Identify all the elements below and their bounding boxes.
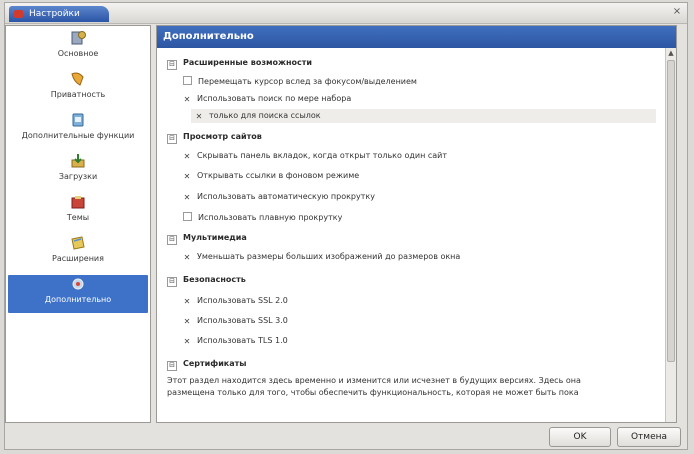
- features-icon: [72, 113, 84, 127]
- downloads-icon: [71, 154, 85, 168]
- option-label: Использовать SSL 2.0: [197, 296, 288, 305]
- title-bar: Настройки ×: [5, 3, 687, 24]
- app-icon: [14, 10, 23, 18]
- certificates-note: Этот раздел находится здесь временно и и…: [167, 375, 657, 399]
- option-ssl2[interactable]: ✕ Использовать SSL 2.0: [183, 296, 288, 306]
- settings-pane: Дополнительно ⊟ Расширенные возможности П…: [156, 25, 677, 423]
- window-title: Настройки: [29, 9, 80, 19]
- scrollbar-thumb[interactable]: [667, 60, 675, 362]
- checkbox[interactable]: ✕: [183, 153, 191, 161]
- sidebar-item-label: Основное: [57, 49, 99, 58]
- section-title: Просмотр сайтов: [183, 132, 262, 141]
- option-label: Использовать автоматическую прокрутку: [197, 192, 375, 201]
- option-label: только для поиска ссылок: [209, 111, 321, 120]
- checkbox[interactable]: ✕: [183, 96, 191, 104]
- option-label: Использовать SSL 3.0: [197, 316, 288, 325]
- checkbox[interactable]: ✕: [183, 194, 191, 202]
- note-line: размещена только для того, чтобы обеспеч…: [167, 388, 579, 397]
- option-label: Использовать поиск по мере набора: [197, 94, 352, 103]
- checkbox[interactable]: ✕: [183, 298, 191, 306]
- sidebar-item-privacy[interactable]: Приватность: [6, 70, 150, 108]
- checkbox[interactable]: [183, 76, 192, 85]
- collapse-icon[interactable]: ⊟: [167, 60, 177, 70]
- section-title: Сертификаты: [183, 359, 247, 368]
- option-label: Использовать плавную прокрутку: [198, 213, 343, 222]
- option-autoscroll[interactable]: ✕ Использовать автоматическую прокрутку: [183, 192, 375, 202]
- sidebar-item-label: Дополнительные функции: [21, 131, 135, 140]
- section-title: Мультимедиа: [183, 233, 247, 242]
- option-label: Скрывать панель вкладок, когда открыт то…: [197, 151, 448, 160]
- collapse-icon[interactable]: ⊟: [167, 277, 177, 287]
- collapse-icon[interactable]: ⊟: [167, 361, 177, 371]
- section-title: Безопасность: [183, 275, 246, 284]
- collapse-icon[interactable]: ⊟: [167, 134, 177, 144]
- option-label: Открывать ссылки в фоновом режиме: [197, 171, 360, 180]
- checkbox[interactable]: ✕: [183, 318, 191, 326]
- section-certificates[interactable]: ⊟ Сертификаты: [167, 359, 247, 371]
- sidebar-item-label: Загрузки: [58, 172, 98, 181]
- title-tab[interactable]: Настройки: [9, 6, 109, 22]
- checkbox[interactable]: [183, 212, 192, 221]
- general-icon: [71, 31, 86, 45]
- option-ssl3[interactable]: ✕ Использовать SSL 3.0: [183, 316, 288, 326]
- privacy-icon: [71, 72, 84, 86]
- option-smooth-scroll[interactable]: Использовать плавную прокрутку: [183, 212, 342, 222]
- sidebar-item-label: Дополнительно: [44, 295, 112, 304]
- option-tls1[interactable]: ✕ Использовать TLS 1.0: [183, 336, 288, 346]
- themes-icon: [71, 196, 85, 209]
- sidebar-item-label: Приватность: [50, 90, 106, 99]
- section-browsing[interactable]: ⊟ Просмотр сайтов: [167, 132, 262, 144]
- sidebar-item-themes[interactable]: Темы: [6, 193, 150, 231]
- option-label: Уменьшать размеры больших изображений до…: [197, 252, 461, 261]
- section-title: Расширенные возможности: [183, 58, 312, 67]
- cancel-button[interactable]: Отмена: [617, 427, 681, 447]
- checkbox[interactable]: ✕: [183, 338, 191, 346]
- sidebar-item-extensions[interactable]: Расширения: [6, 234, 150, 272]
- checkbox[interactable]: ✕: [195, 113, 203, 121]
- section-advanced-features[interactable]: ⊟ Расширенные возможности: [167, 58, 312, 70]
- checkbox[interactable]: ✕: [183, 173, 191, 181]
- sidebar-item-label: Темы: [66, 213, 90, 222]
- checkbox[interactable]: ✕: [183, 254, 191, 262]
- option-cursor-follows-focus[interactable]: Перемещать курсор вслед за фокусом/выдел…: [183, 76, 417, 86]
- note-line: Этот раздел находится здесь временно и и…: [167, 376, 581, 385]
- advanced-icon: [72, 278, 84, 290]
- option-label: Перемещать курсор вслед за фокусом/выдел…: [198, 77, 417, 86]
- category-sidebar: Основное Приватность Дополнительные функ…: [5, 25, 151, 423]
- vertical-scrollbar[interactable]: ▲: [665, 48, 676, 422]
- sidebar-item-downloads[interactable]: Загрузки: [6, 152, 150, 190]
- option-hide-tab-bar[interactable]: ✕ Скрывать панель вкладок, когда открыт т…: [183, 151, 447, 161]
- section-security[interactable]: ⊟ Безопасность: [167, 275, 246, 287]
- option-label: Использовать TLS 1.0: [197, 336, 288, 345]
- close-icon[interactable]: ×: [671, 6, 683, 18]
- sidebar-item-advanced[interactable]: Дополнительно: [8, 275, 148, 313]
- option-find-as-you-type[interactable]: ✕ Использовать поиск по мере набора: [183, 94, 352, 104]
- page-title: Дополнительно: [157, 26, 676, 48]
- option-open-links-background[interactable]: ✕ Открывать ссылки в фоновом режиме: [183, 171, 360, 181]
- ok-button[interactable]: OK: [549, 427, 611, 447]
- collapse-icon[interactable]: ⊟: [167, 235, 177, 245]
- extensions-icon: [71, 236, 85, 250]
- sidebar-item-features[interactable]: Дополнительные функции: [6, 111, 150, 149]
- option-links-only[interactable]: ✕ только для поиска ссылок: [191, 109, 656, 123]
- sidebar-item-label: Расширения: [52, 254, 104, 263]
- scroll-up-icon[interactable]: ▲: [666, 48, 676, 58]
- option-resize-images[interactable]: ✕ Уменьшать размеры больших изображений д…: [183, 252, 461, 262]
- section-multimedia[interactable]: ⊟ Мультимедиа: [167, 233, 247, 245]
- sidebar-item-general[interactable]: Основное: [6, 29, 150, 67]
